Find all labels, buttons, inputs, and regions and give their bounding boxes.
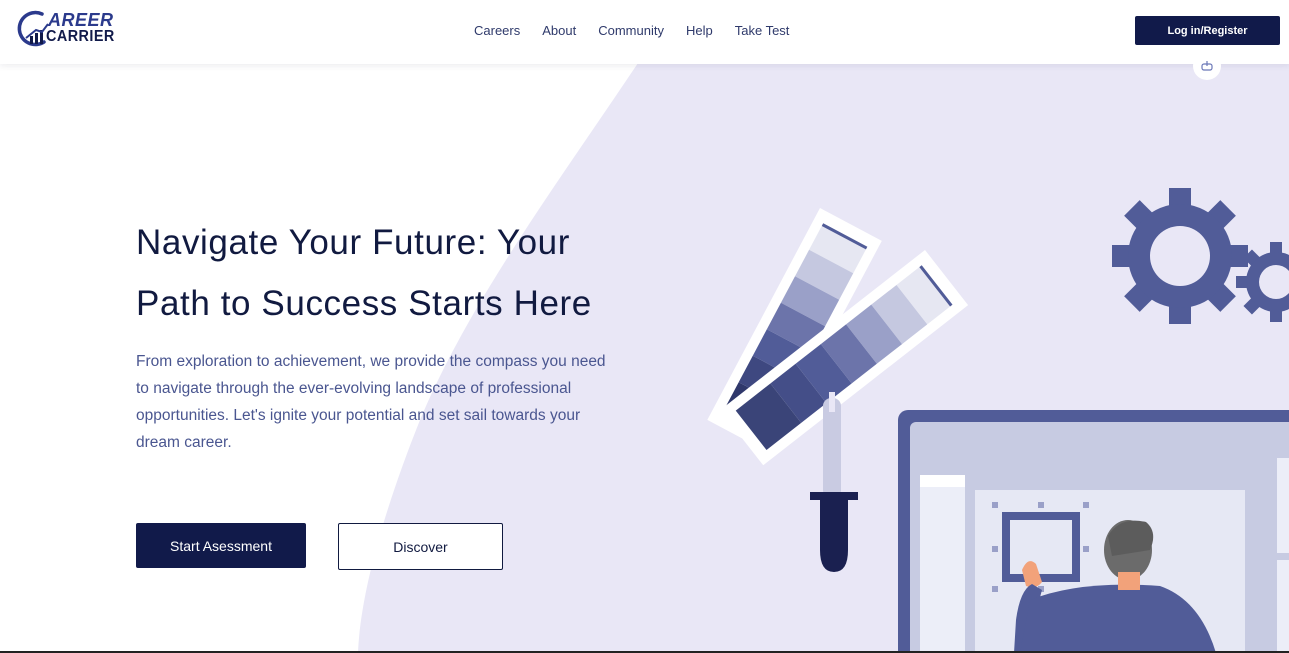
start-assessment-button[interactable]: Start Asessment xyxy=(136,523,306,568)
hero-title: Navigate Your Future: Your Path to Succe… xyxy=(136,212,656,334)
share-glyph-icon xyxy=(1201,61,1213,71)
login-register-button[interactable]: Log in/Register xyxy=(1135,16,1280,45)
nav-link-community[interactable]: Community xyxy=(598,23,664,38)
logo-text-bottom: CARRIER xyxy=(46,28,115,45)
hero-description: From exploration to achievement, we prov… xyxy=(136,353,606,451)
hero-title-line-2: Path to Success Starts Here xyxy=(136,284,592,323)
landing-page: AREER CARRIER Careers About Community He… xyxy=(0,0,1289,653)
site-header: AREER CARRIER Careers About Community He… xyxy=(0,0,1289,64)
main-nav: Careers About Community Help Take Test xyxy=(474,23,789,38)
nav-link-help[interactable]: Help xyxy=(686,23,713,38)
gear-icon-large xyxy=(1112,188,1248,324)
hero-title-line-1: Navigate Your Future: Your xyxy=(136,223,570,262)
discover-button[interactable]: Discover xyxy=(338,523,503,570)
nav-link-careers[interactable]: Careers xyxy=(474,23,520,38)
hero-illustration xyxy=(707,188,1289,653)
brand-logo[interactable]: AREER CARRIER xyxy=(12,8,115,50)
nav-link-take-test[interactable]: Take Test xyxy=(735,23,790,38)
nav-link-about[interactable]: About xyxy=(542,23,576,38)
share-icon[interactable] xyxy=(1193,52,1221,80)
